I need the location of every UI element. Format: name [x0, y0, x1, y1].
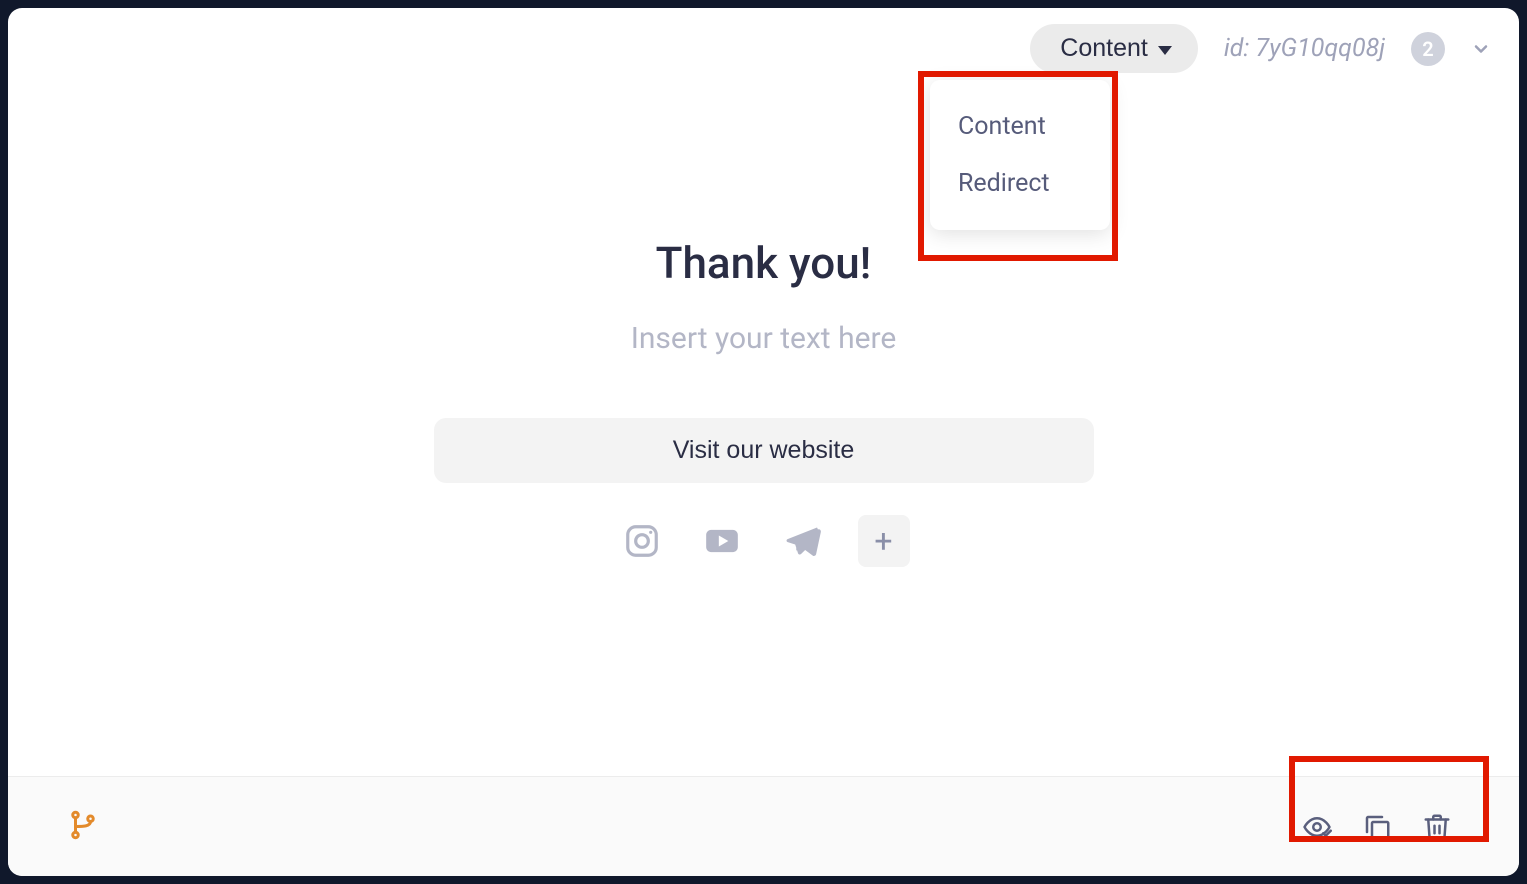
content-type-dropdown[interactable]: Content: [1030, 24, 1198, 73]
menu-item-content[interactable]: Content: [930, 98, 1110, 155]
branch-icon[interactable]: [68, 825, 98, 844]
dropdown-label: Content: [1060, 34, 1148, 63]
content-area: Thank you! Insert your text here Visit o…: [8, 8, 1519, 876]
count-badge: 2: [1411, 32, 1445, 66]
telegram-icon[interactable]: [778, 517, 826, 565]
menu-item-redirect[interactable]: Redirect: [930, 155, 1110, 212]
youtube-icon[interactable]: [698, 517, 746, 565]
visibility-icon[interactable]: [1301, 811, 1333, 843]
footer-left: [68, 810, 98, 844]
page-title[interactable]: Thank you!: [656, 237, 872, 289]
footer-right: [1301, 811, 1453, 843]
topbar: Content id: 7yG10qq08j 2: [1030, 24, 1491, 73]
caret-down-icon: [1158, 46, 1172, 55]
cta-button[interactable]: Visit our website: [434, 418, 1094, 483]
social-row: +: [618, 515, 910, 567]
trash-icon[interactable]: [1421, 811, 1453, 843]
copy-icon[interactable]: [1361, 811, 1393, 843]
footer-bar: [8, 776, 1519, 876]
content-type-menu: Content Redirect: [930, 80, 1110, 230]
page-id-text: id: 7yG10qq08j: [1224, 34, 1385, 63]
page-subtitle[interactable]: Insert your text here: [631, 321, 897, 356]
instagram-icon[interactable]: [618, 517, 666, 565]
expand-chevron-icon[interactable]: [1471, 39, 1491, 59]
editor-frame: Content id: 7yG10qq08j 2 Content Redirec…: [8, 8, 1519, 876]
add-social-button[interactable]: +: [858, 515, 910, 567]
